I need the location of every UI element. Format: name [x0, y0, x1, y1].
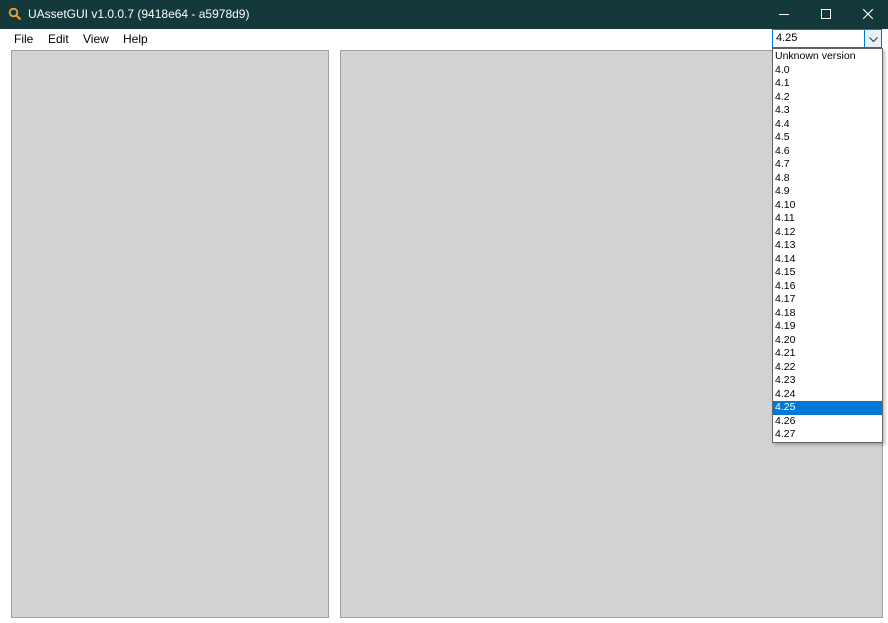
version-option[interactable]: 4.26: [773, 415, 882, 429]
version-option[interactable]: 4.18: [773, 307, 882, 321]
version-option[interactable]: 4.9: [773, 185, 882, 199]
version-dropdown-button[interactable]: [864, 30, 881, 47]
version-option[interactable]: 4.8: [773, 172, 882, 186]
version-option[interactable]: 4.23: [773, 374, 882, 388]
asset-tree-panel[interactable]: [11, 50, 329, 618]
version-combobox[interactable]: 4.25: [772, 29, 882, 48]
version-option[interactable]: 4.25: [773, 401, 882, 415]
minimize-icon: [779, 6, 789, 24]
version-option[interactable]: 4.17: [773, 293, 882, 307]
version-option[interactable]: 4.2: [773, 91, 882, 105]
menu-help[interactable]: Help: [123, 32, 148, 46]
version-option[interactable]: 4.4: [773, 118, 882, 132]
version-option[interactable]: 4.15: [773, 266, 882, 280]
version-option[interactable]: Unknown version: [773, 50, 882, 64]
maximize-button[interactable]: [805, 0, 847, 29]
version-combobox-value: 4.25: [776, 32, 798, 44]
window-title: UAssetGUI v1.0.0.7 (9418e64 - a5978d9): [28, 7, 250, 21]
version-option[interactable]: 4.27: [773, 428, 882, 442]
minimize-button[interactable]: [763, 0, 805, 29]
version-option[interactable]: 4.16: [773, 280, 882, 294]
app-window: UAssetGUI v1.0.0.7 (9418e64 - a5978d9) F…: [0, 0, 888, 623]
version-option[interactable]: 4.14: [773, 253, 882, 267]
version-option[interactable]: 4.20: [773, 334, 882, 348]
close-icon: [862, 6, 874, 24]
magnifier-icon: [8, 7, 22, 21]
version-dropdown-list: Unknown version 4.0 4.1 4.2 4.3 4.4 4.5 4.6 4.7 4…: [772, 48, 883, 443]
version-option[interactable]: 4.3: [773, 104, 882, 118]
menu-bar: File Edit View Help: [0, 29, 888, 49]
version-option[interactable]: 4.0: [773, 64, 882, 78]
menu-edit[interactable]: Edit: [48, 32, 69, 46]
version-option[interactable]: 4.13: [773, 239, 882, 253]
version-option[interactable]: 4.7: [773, 158, 882, 172]
version-option[interactable]: 4.19: [773, 320, 882, 334]
title-bar[interactable]: UAssetGUI v1.0.0.7 (9418e64 - a5978d9): [0, 0, 888, 29]
version-option[interactable]: 4.12: [773, 226, 882, 240]
menu-view[interactable]: View: [83, 32, 109, 46]
version-option[interactable]: 4.1: [773, 77, 882, 91]
version-option[interactable]: 4.6: [773, 145, 882, 159]
menu-file[interactable]: File: [14, 32, 33, 46]
close-button[interactable]: [847, 0, 888, 29]
version-option[interactable]: 4.10: [773, 199, 882, 213]
version-option[interactable]: 4.11: [773, 212, 882, 226]
version-option[interactable]: 4.24: [773, 388, 882, 402]
version-option[interactable]: 4.21: [773, 347, 882, 361]
maximize-icon: [821, 6, 831, 24]
version-option[interactable]: 4.5: [773, 131, 882, 145]
chevron-down-icon: [868, 30, 878, 48]
version-option[interactable]: 4.22: [773, 361, 882, 375]
